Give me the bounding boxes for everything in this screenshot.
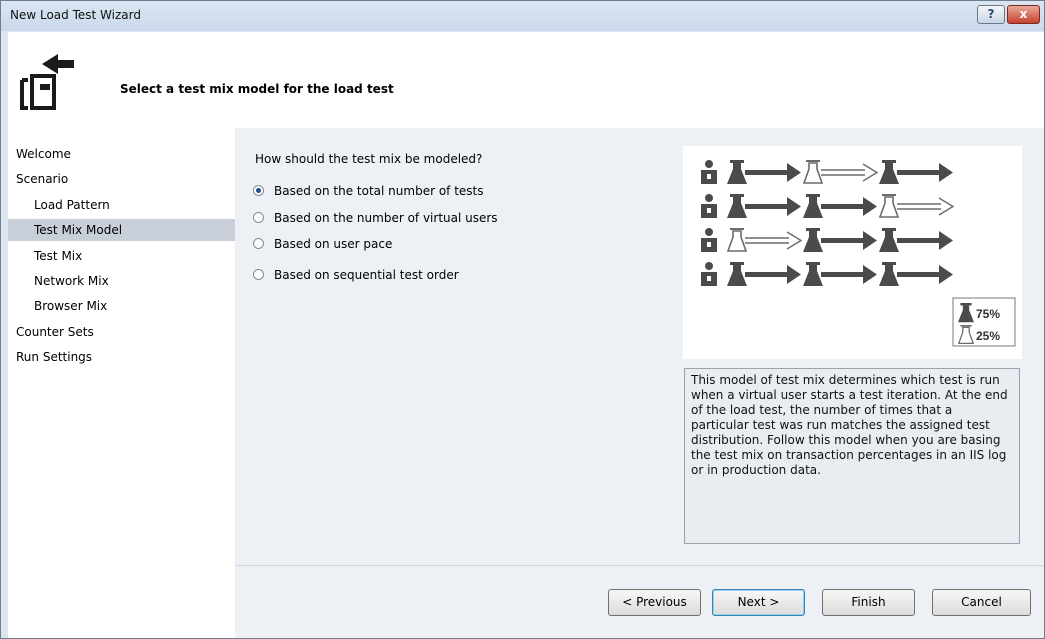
- radio-button[interactable]: [253, 238, 264, 249]
- wizard-window: New Load Test Wizard ? x Select a test m…: [0, 0, 1045, 639]
- nav-item-label: Test Mix: [34, 249, 83, 263]
- title-bar: New Load Test Wizard ? x: [1, 1, 1044, 31]
- option-sequential-order[interactable]: Based on sequential test order: [253, 265, 459, 285]
- nav-item-label: Scenario: [16, 172, 69, 186]
- legend-light-value: 25%: [976, 329, 1000, 343]
- close-button[interactable]: x: [1007, 5, 1040, 24]
- option-label: Based on sequential test order: [274, 268, 459, 282]
- nav-item-scenario[interactable]: Scenario: [8, 168, 235, 190]
- next-button[interactable]: Next >: [712, 589, 805, 616]
- option-label: Based on the total number of tests: [274, 184, 484, 198]
- option-virtual-users[interactable]: Based on the number of virtual users: [253, 208, 498, 228]
- test-mix-illustration: 75% 25%: [701, 160, 1016, 347]
- nav-item-label: Test Mix Model: [34, 223, 123, 237]
- nav-item-label: Counter Sets: [16, 325, 94, 339]
- main-panel: How should the test mix be modeled? Base…: [235, 128, 1044, 638]
- option-user-pace[interactable]: Based on user pace: [253, 234, 392, 254]
- radio-button[interactable]: [253, 269, 264, 280]
- option-label: Based on the number of virtual users: [274, 211, 498, 225]
- nav-item-label: Browser Mix: [34, 299, 108, 313]
- option-total-tests[interactable]: Based on the total number of tests: [253, 181, 484, 201]
- wizard-header: Select a test mix model for the load tes…: [8, 32, 1044, 128]
- help-button[interactable]: ?: [977, 5, 1005, 24]
- wizard-nav: Welcome Scenario Load Pattern Test Mix M…: [8, 128, 235, 638]
- test-mix-diagram: 75% 25%: [683, 146, 1022, 359]
- nav-item-test-mix-model[interactable]: Test Mix Model: [8, 219, 235, 241]
- model-description: This model of test mix determines which …: [684, 368, 1020, 544]
- previous-button[interactable]: < Previous: [608, 589, 701, 616]
- option-label: Based on user pace: [274, 237, 393, 251]
- nav-item-load-pattern[interactable]: Load Pattern: [8, 194, 235, 216]
- question-label: How should the test mix be modeled?: [255, 152, 483, 166]
- radio-button[interactable]: [253, 185, 264, 196]
- nav-item-label: Run Settings: [16, 350, 93, 364]
- nav-item-test-mix[interactable]: Test Mix: [8, 245, 235, 267]
- cancel-button[interactable]: Cancel: [932, 589, 1031, 616]
- radio-button[interactable]: [253, 212, 264, 223]
- legend-dark-value: 75%: [976, 307, 1000, 321]
- wizard-step-icon: [20, 54, 74, 110]
- nav-item-network-mix[interactable]: Network Mix: [8, 270, 235, 292]
- finish-button[interactable]: Finish: [822, 589, 915, 616]
- nav-item-browser-mix[interactable]: Browser Mix: [8, 295, 235, 317]
- page-title: Select a test mix model for the load tes…: [120, 82, 394, 96]
- nav-item-label: Load Pattern: [34, 198, 110, 212]
- nav-item-label: Welcome: [16, 147, 71, 161]
- footer-divider: [235, 565, 1044, 566]
- nav-item-run-settings[interactable]: Run Settings: [8, 346, 235, 368]
- window-title: New Load Test Wizard: [10, 8, 141, 22]
- nav-item-welcome[interactable]: Welcome: [8, 143, 235, 165]
- nav-item-label: Network Mix: [34, 274, 109, 288]
- nav-item-counter-sets[interactable]: Counter Sets: [8, 321, 235, 343]
